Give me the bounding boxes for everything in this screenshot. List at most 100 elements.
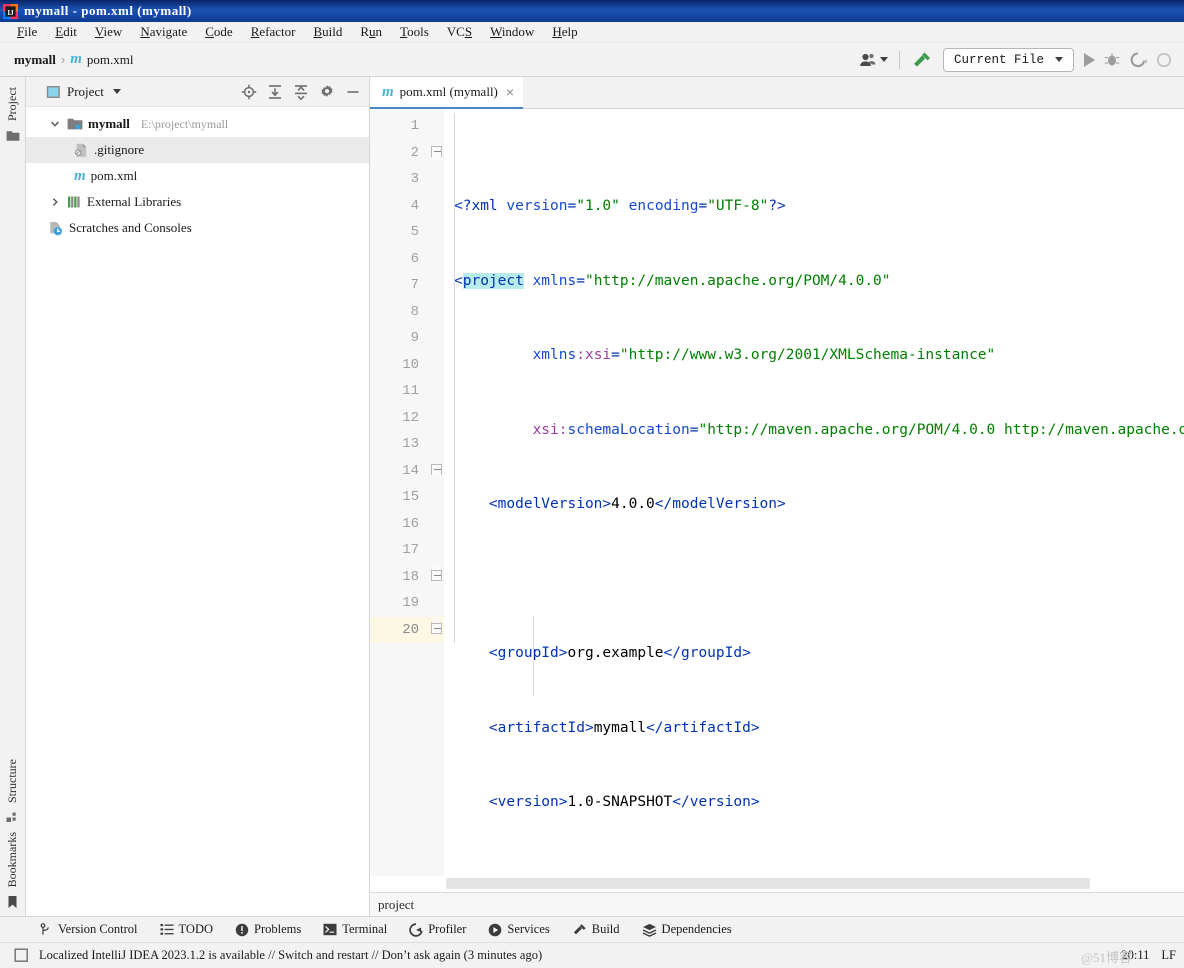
caret-position[interactable]: 20:11	[1121, 948, 1149, 963]
chevron-down-icon[interactable]	[112, 89, 121, 94]
status-message[interactable]: Localized IntelliJ IDEA 2023.1.2 is avai…	[39, 948, 542, 963]
more-icon	[1157, 52, 1171, 67]
tool-window-dependencies[interactable]: Dependencies	[642, 922, 732, 937]
tab-pom-xml[interactable]: m pom.xml (mymall) ×	[370, 77, 524, 109]
coverage-button[interactable]	[1125, 47, 1152, 73]
profiler-icon	[409, 922, 423, 937]
build-project-button[interactable]	[907, 47, 937, 73]
scrollbar-thumb[interactable]	[446, 878, 1091, 889]
project-icon	[6, 129, 20, 142]
menu-item-run[interactable]: Run	[351, 23, 391, 41]
menu-item-tools[interactable]: Tools	[391, 23, 438, 41]
debug-button[interactable]	[1099, 47, 1125, 73]
tool-window-label: Dependencies	[661, 922, 732, 936]
indent-guide	[454, 113, 455, 643]
more-actions-button[interactable]	[1152, 47, 1176, 73]
menu-item-code[interactable]: Code	[196, 23, 241, 41]
gitignore-file-icon	[74, 143, 89, 158]
collapse-all-icon[interactable]	[293, 84, 309, 100]
indent-guide	[533, 616, 534, 696]
notification-icon[interactable]	[14, 948, 29, 963]
menu-item-vcs[interactable]: VCS	[438, 23, 481, 41]
editor-breadcrumb-project[interactable]: project	[378, 897, 414, 913]
tool-window-terminal[interactable]: Terminal	[323, 922, 387, 937]
fold-marker-line-20[interactable]	[430, 616, 444, 643]
code-line-9: <version>1.0-SNAPSHOT</version>	[488, 794, 760, 810]
breadcrumb-file[interactable]: pom.xml	[87, 52, 134, 68]
locate-icon[interactable]	[241, 84, 257, 100]
menu-item-navigate[interactable]: Navigate	[131, 23, 196, 41]
close-icon[interactable]: ×	[504, 85, 514, 99]
tree-node-scratches-and-consoles[interactable]: Scratches and Consoles	[26, 215, 369, 241]
menu-item-help[interactable]: Help	[543, 23, 586, 41]
sidebar-item-project[interactable]: Project	[5, 81, 20, 127]
fold-slot	[430, 193, 444, 220]
chevron-down-icon[interactable]	[48, 119, 62, 129]
fold-marker-line-18[interactable]	[430, 563, 444, 591]
line-number: 9	[410, 330, 419, 346]
fold-collapse-icon[interactable]	[431, 622, 442, 634]
branch-icon	[40, 922, 53, 937]
chevron-right-icon[interactable]	[48, 197, 62, 207]
menu-item-file[interactable]: File	[8, 23, 46, 41]
hide-panel-icon[interactable]	[345, 84, 361, 100]
fold-marker-line-14[interactable]	[430, 458, 444, 485]
services-icon	[488, 923, 502, 937]
tool-window-profiler[interactable]: Profiler	[409, 922, 466, 937]
tree-node-label: pom.xml	[90, 168, 138, 183]
editor-horizontal-scrollbar[interactable]	[370, 876, 1184, 892]
line-separator[interactable]: LF	[1161, 948, 1176, 963]
build-hammer-icon	[572, 923, 587, 937]
user-profile-button[interactable]	[855, 47, 892, 73]
expand-all-icon[interactable]	[267, 84, 283, 100]
tool-window-version-control[interactable]: Version Control	[40, 922, 138, 937]
menu-item-window[interactable]: Window	[481, 23, 543, 41]
tool-window-problems[interactable]: Problems	[235, 922, 301, 937]
debug-icon	[1104, 53, 1120, 65]
run-configuration-label: Current File	[953, 52, 1044, 67]
sidebar-item-bookmarks[interactable]: Bookmarks	[5, 826, 20, 893]
run-button[interactable]	[1080, 47, 1099, 73]
toolbar-divider	[898, 50, 900, 69]
tool-window-label: Terminal	[342, 922, 388, 936]
line-number: 7	[410, 277, 419, 293]
fold-slot	[430, 113, 444, 140]
fold-collapse-icon[interactable]	[431, 569, 442, 581]
menu-item-view[interactable]: View	[86, 23, 131, 41]
tool-window-label: Version Control	[58, 922, 138, 936]
tree-node-external-libraries[interactable]: External Libraries	[26, 189, 369, 215]
tree-node-mymall[interactable]: mymall E:\project\mymall	[26, 111, 369, 137]
user-profile-icon	[860, 53, 876, 66]
code-line-7: <groupId>org.example</groupId>	[488, 645, 751, 661]
project-tree: mymall E:\project\mymall .gitignore m po…	[26, 107, 369, 916]
fold-slot	[430, 590, 444, 617]
fold-collapse-icon[interactable]	[431, 463, 442, 475]
line-number: 18	[402, 568, 419, 585]
line-number: 6	[410, 250, 419, 267]
code-editor[interactable]: 1 2 3 4 5 6 7 8 9 10 11 12 13 14 15 16 1	[370, 109, 1184, 876]
sidebar-item-structure[interactable]: Structure	[5, 753, 20, 809]
tree-node-label: mymall	[88, 116, 130, 131]
line-number: 8	[410, 303, 419, 320]
fold-collapse-icon[interactable]	[431, 145, 442, 157]
tree-node-label: External Libraries	[87, 194, 182, 209]
menu-item-build[interactable]: Build	[304, 23, 351, 41]
tree-node-gitignore[interactable]: .gitignore	[26, 137, 369, 163]
todo-list-icon	[160, 923, 174, 936]
code-text[interactable]: <?xml version="1.0" encoding="UTF-8"?> <…	[444, 109, 1184, 876]
tool-window-build[interactable]: Build	[572, 922, 620, 937]
fold-slot	[430, 431, 444, 458]
tool-window-services[interactable]: Services	[488, 922, 550, 937]
left-stripe-bottom: Structure Bookmarks	[5, 753, 20, 910]
tree-node-pom-xml[interactable]: m pom.xml	[26, 163, 369, 189]
fold-marker-line-2[interactable]	[430, 140, 444, 167]
menu-item-edit[interactable]: Edit	[46, 23, 86, 41]
run-configuration-selector[interactable]: Current File	[942, 47, 1074, 72]
code-line-1: <?xml version="1.0" encoding="UTF-8"?>	[454, 198, 786, 214]
title-bar: IJ mymall - pom.xml (mymall)	[0, 0, 1184, 22]
breadcrumb-project[interactable]: mymall	[14, 52, 56, 68]
menu-item-refactor[interactable]: Refactor	[242, 23, 305, 41]
settings-gear-icon[interactable]	[319, 84, 335, 100]
menu-bar: File Edit View Navigate Code Refactor Bu…	[0, 22, 1184, 43]
tool-window-todo[interactable]: TODO	[160, 922, 213, 937]
